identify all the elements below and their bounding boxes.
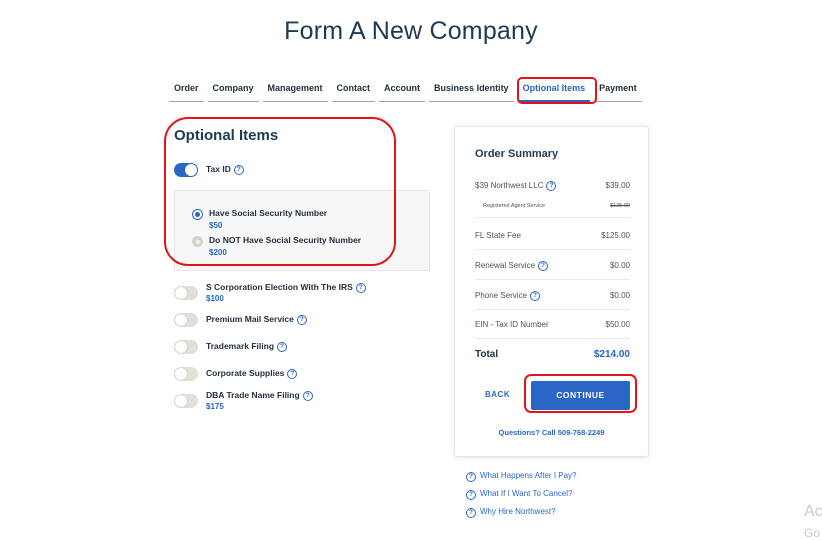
help-icon[interactable]: ?	[530, 291, 541, 301]
divider	[475, 217, 630, 218]
help-icon[interactable]: ?	[302, 391, 313, 401]
summary-value: $50.00	[605, 320, 630, 329]
help-icon[interactable]: ?	[287, 369, 298, 379]
summary-label: Phone Service	[475, 291, 528, 300]
summary-value: $39.00	[605, 181, 630, 190]
summary-row-registered-agent: Registered Agent Service $125.00	[483, 203, 630, 209]
summary-sub-label: Registered Agent Service	[483, 203, 546, 209]
trademark-label: Trademark Filing	[206, 341, 275, 351]
activation-watermark-line1: Ac	[804, 503, 822, 520]
faq-label: What Happens After I Pay?	[480, 471, 577, 480]
s-corp-label: S Corporation Election With The IRS	[206, 282, 353, 292]
tax-id-label: Tax ID	[206, 164, 231, 174]
divider	[475, 338, 630, 339]
toggle-knob	[185, 164, 197, 176]
summary-row-state-fee: FL State Fee $125.00	[475, 231, 630, 240]
ssn-have-label: Have Social Security Number	[209, 208, 328, 218]
dba-item: DBA Trade Name Filing?	[206, 390, 313, 401]
faq-label: What If I Want To Cancel?	[480, 489, 573, 498]
divider	[475, 249, 630, 250]
s-corp-price: $100	[206, 294, 224, 303]
continue-button[interactable]: CONTINUE	[531, 381, 630, 410]
faq-label: Why Hire Northwest?	[480, 507, 556, 516]
tab-business-identity[interactable]: Business Identity	[429, 80, 514, 102]
tab-account[interactable]: Account	[379, 80, 426, 102]
premium-mail-label: Premium Mail Service	[206, 314, 294, 324]
help-icon[interactable]: ?	[355, 283, 366, 293]
ssn-not-have-label: Do NOT Have Social Security Number	[209, 235, 362, 245]
tab-order[interactable]: Order	[169, 80, 204, 102]
activation-watermark-line2: Go	[804, 526, 821, 540]
toggle-knob	[175, 314, 187, 326]
order-summary-title: Order Summary	[475, 148, 559, 160]
section-title: Optional Items	[174, 127, 279, 144]
summary-label: Renewal Service	[475, 261, 536, 270]
order-summary-card: Order Summary $39 Northwest LLC? $39.00 …	[454, 126, 649, 457]
tab-optional-items[interactable]: Optional Items	[517, 80, 591, 102]
ssn-options-panel	[174, 190, 430, 271]
corporate-supplies-item: Corporate Supplies?	[206, 368, 298, 379]
help-icon[interactable]: ?	[277, 342, 288, 352]
help-icon: ?	[466, 472, 476, 482]
help-icon[interactable]: ?	[296, 315, 307, 325]
toggle-knob	[175, 368, 187, 380]
help-icon: ?	[466, 508, 476, 518]
tab-management[interactable]: Management	[262, 80, 328, 102]
page-title: Form A New Company	[284, 17, 538, 45]
summary-row-ein: EIN - Tax ID Number $50.00	[475, 320, 630, 329]
corporate-supplies-toggle[interactable]	[174, 367, 198, 381]
faq-cancel-link[interactable]: ? What If I Want To Cancel?	[466, 489, 572, 500]
dba-price: $175	[206, 402, 224, 411]
help-icon[interactable]: ?	[233, 165, 244, 175]
premium-mail-toggle[interactable]	[174, 313, 198, 327]
ssn-not-have-price: $200	[209, 248, 227, 257]
summary-label: FL State Fee	[475, 231, 521, 240]
dba-label: DBA Trade Name Filing	[206, 390, 300, 400]
summary-value: $125.00	[601, 231, 630, 240]
divider	[475, 279, 630, 280]
help-icon: ?	[466, 490, 476, 500]
summary-total-row: Total $214.00	[475, 349, 630, 360]
faq-after-pay-link[interactable]: ? What Happens After I Pay?	[466, 471, 577, 482]
summary-value: $0.00	[609, 291, 630, 300]
help-icon[interactable]: ?	[538, 261, 549, 271]
tab-payment[interactable]: Payment	[594, 80, 642, 102]
summary-row-northwest: $39 Northwest LLC? $39.00	[475, 181, 630, 191]
total-value: $214.00	[593, 349, 630, 360]
premium-mail-item: Premium Mail Service?	[206, 314, 307, 325]
summary-row-renewal: Renewal Service? $0.00	[475, 261, 630, 271]
summary-value: $0.00	[609, 261, 630, 270]
summary-row-phone: Phone Service? $0.00	[475, 291, 630, 301]
tab-company[interactable]: Company	[207, 80, 259, 102]
step-tabs: Order Company Management Contact Account…	[169, 80, 646, 102]
tab-contact[interactable]: Contact	[331, 80, 376, 102]
summary-sub-value: $125.00	[610, 203, 630, 209]
tax-id-item: Tax ID?	[206, 164, 244, 175]
total-label: Total	[475, 349, 499, 360]
dba-toggle[interactable]	[174, 394, 198, 408]
toggle-knob	[175, 395, 187, 407]
trademark-item: Trademark Filing?	[206, 341, 288, 352]
trademark-toggle[interactable]	[174, 340, 198, 354]
toggle-knob	[175, 341, 187, 353]
help-icon[interactable]: ?	[546, 181, 557, 191]
questions-phone-link[interactable]: Questions? Call 509-768-2249	[455, 428, 648, 437]
tax-id-toggle[interactable]	[174, 163, 198, 177]
s-corp-toggle[interactable]	[174, 286, 198, 300]
corporate-supplies-label: Corporate Supplies	[206, 368, 285, 378]
ssn-have-radio[interactable]	[192, 209, 203, 220]
summary-label: $39 Northwest LLC	[475, 181, 544, 190]
ssn-not-have-radio[interactable]	[192, 236, 203, 247]
faq-why-northwest-link[interactable]: ? Why Hire Northwest?	[466, 507, 556, 518]
ssn-have-price: $50	[209, 221, 223, 230]
summary-label: EIN - Tax ID Number	[475, 320, 549, 329]
s-corp-item: S Corporation Election With The IRS?	[206, 282, 366, 293]
back-button[interactable]: BACK	[485, 390, 510, 399]
toggle-knob	[175, 287, 187, 299]
divider	[475, 309, 630, 310]
